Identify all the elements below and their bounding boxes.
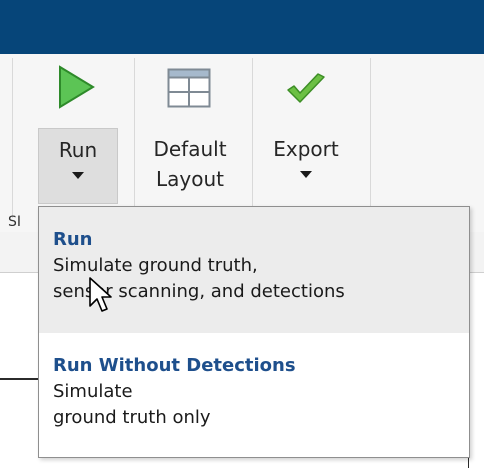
chevron-down-icon — [300, 171, 312, 178]
canvas-divider — [0, 378, 40, 380]
toolstrip-separator — [370, 58, 371, 218]
export-button-label: Export — [273, 137, 339, 161]
layout-grid-icon[interactable] — [167, 68, 211, 108]
default-layout-button[interactable]: Default Layout — [146, 134, 234, 200]
chevron-down-icon — [72, 172, 84, 179]
export-dropdown-button[interactable]: Export — [266, 134, 346, 204]
run-button-label: Run — [58, 138, 98, 162]
menu-item-run-without-detections[interactable]: Run Without Detections Simulate ground t… — [39, 333, 469, 457]
play-icon[interactable] — [56, 64, 96, 110]
toolstrip-separator — [12, 58, 13, 218]
checkmark-icon[interactable] — [285, 72, 327, 106]
menu-item-title: Run Without Detections — [53, 355, 296, 376]
mouse-cursor-icon — [89, 277, 112, 312]
menu-item-description: Simulate — [53, 381, 133, 402]
toolstrip-separator — [134, 58, 135, 218]
menu-item-description: sensor scanning, and detections — [53, 281, 345, 302]
default-layout-label-line1: Default — [153, 137, 227, 161]
toolstrip-section-label: SI — [8, 214, 22, 230]
toolstrip-separator — [252, 58, 253, 218]
menu-item-run[interactable]: Run Simulate ground truth, sensor scanni… — [39, 207, 469, 333]
title-bar — [0, 0, 484, 54]
default-layout-label-line2: Layout — [156, 167, 224, 191]
run-dropdown-button[interactable]: Run — [38, 128, 118, 204]
menu-item-description: ground truth only — [53, 407, 211, 428]
menu-item-title: Run — [53, 229, 93, 250]
menu-item-description: Simulate ground truth, — [53, 255, 258, 276]
run-dropdown-menu: Run Simulate ground truth, sensor scanni… — [38, 206, 470, 458]
